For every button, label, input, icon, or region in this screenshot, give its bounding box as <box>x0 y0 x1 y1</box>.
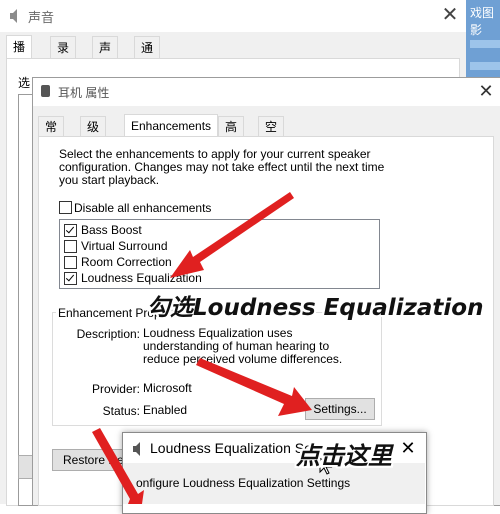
annotation-click-here: 点击这里 <box>296 442 392 470</box>
arrow-to-loudness-checkbox <box>170 192 294 278</box>
arrow-to-settings-button <box>196 358 312 416</box>
annotation-check-loudness: 勾选Loudness Equalization <box>147 295 484 321</box>
annotation-arrows <box>92 192 333 504</box>
arrow-to-settings-dialog <box>92 428 144 504</box>
